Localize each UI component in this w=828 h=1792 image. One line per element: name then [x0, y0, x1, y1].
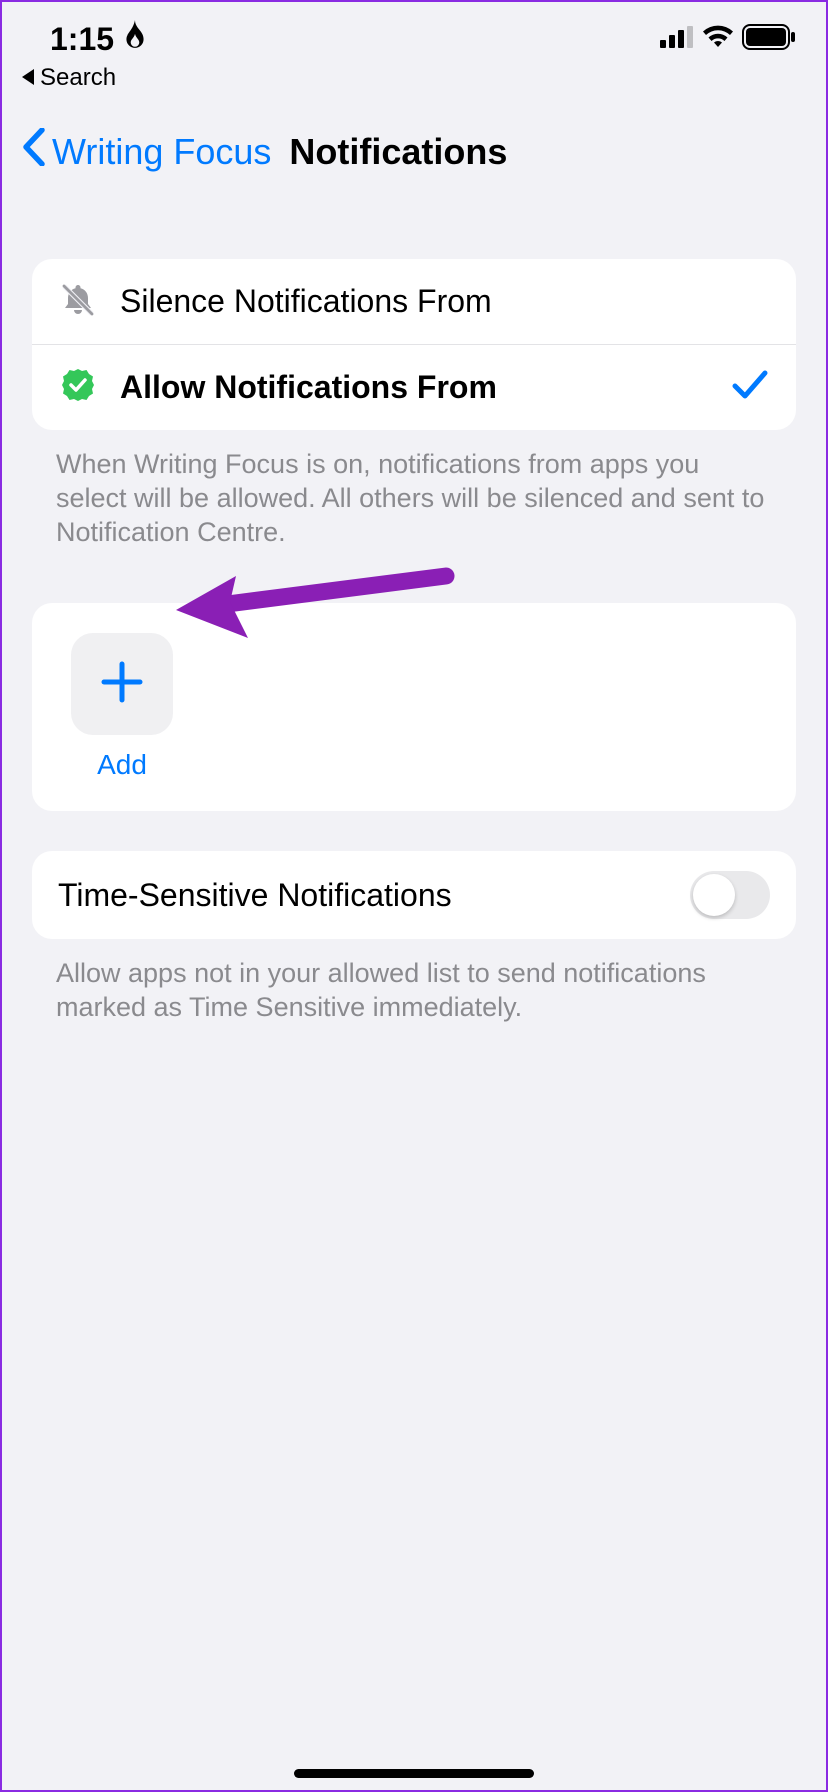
add-button[interactable]: Add — [62, 633, 182, 781]
allow-label: Allow Notifications From — [120, 369, 708, 406]
allow-mode-row[interactable]: Allow Notifications From — [32, 344, 796, 430]
notification-mode-group: Silence Notifications From Allow Notific… — [32, 259, 796, 430]
nav-back-button[interactable]: Writing Focus — [22, 128, 271, 175]
nav-title: Notifications — [289, 131, 507, 173]
status-bar: 1:15 — [2, 2, 826, 62]
checkmark-icon — [732, 368, 768, 407]
toggle-knob — [693, 874, 735, 916]
wifi-icon — [702, 25, 734, 54]
plus-icon — [98, 658, 146, 711]
status-time: 1:15 — [50, 21, 114, 58]
nav-bar: Writing Focus Notifications — [2, 92, 826, 199]
add-tile — [71, 633, 173, 735]
back-to-app[interactable]: Search — [2, 62, 826, 92]
chevron-left-icon — [22, 128, 46, 175]
time-sensitive-row: Time-Sensitive Notifications — [32, 851, 796, 939]
add-label: Add — [97, 749, 147, 781]
mode-footer: When Writing Focus is on, notifications … — [56, 448, 772, 549]
silence-mode-row[interactable]: Silence Notifications From — [32, 259, 796, 344]
status-right — [660, 24, 796, 55]
allowed-apps-group: Add — [32, 603, 796, 811]
home-indicator[interactable] — [294, 1769, 534, 1778]
flame-icon — [122, 20, 148, 58]
status-left: 1:15 — [50, 20, 148, 58]
cellular-icon — [660, 26, 694, 53]
time-sensitive-toggle[interactable] — [690, 871, 770, 919]
bell-slash-icon — [60, 281, 96, 322]
time-sensitive-label: Time-Sensitive Notifications — [58, 877, 452, 914]
battery-icon — [742, 24, 796, 55]
silence-label: Silence Notifications From — [120, 283, 768, 320]
time-sensitive-footer: Allow apps not in your allowed list to s… — [56, 957, 772, 1025]
back-app-label: Search — [40, 64, 116, 92]
badge-check-icon — [60, 367, 96, 408]
nav-back-label: Writing Focus — [52, 131, 271, 173]
back-triangle-icon — [22, 64, 36, 92]
time-sensitive-group: Time-Sensitive Notifications — [32, 851, 796, 939]
